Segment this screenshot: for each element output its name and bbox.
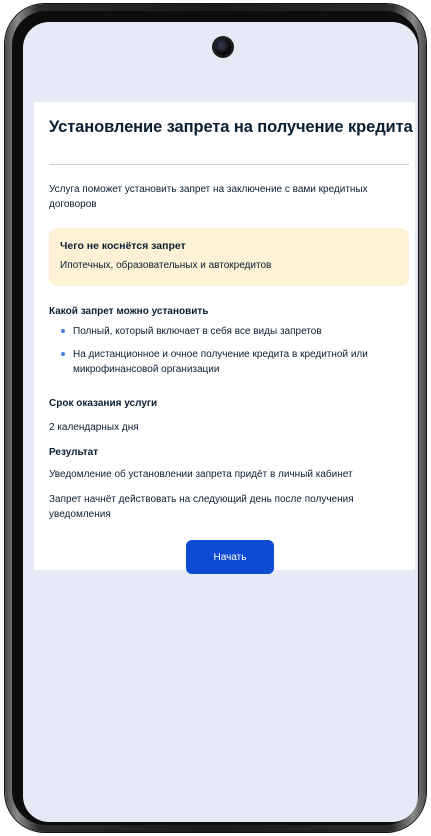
start-button[interactable]: Начать [186, 540, 274, 574]
result-heading: Результат [49, 447, 99, 458]
title-divider [49, 164, 409, 165]
ban-types-heading: Какой запрет можно установить [49, 306, 209, 317]
page-title: Установление запрета на получение кредит… [49, 118, 413, 136]
front-camera-icon [214, 38, 232, 56]
notice-title: Чего не коснётся запрет [60, 240, 186, 252]
notice-text: Ипотечных, образовательных и автокредито… [60, 260, 272, 271]
list-item-text: На дистанционное и очное получение креди… [73, 349, 368, 375]
term-value: 2 календарных дня [49, 422, 139, 433]
result-line: Уведомление об установлении запрета прид… [49, 469, 353, 480]
bullet-dot-icon [61, 329, 65, 333]
phone-screen: Установление запрета на получение кредит… [23, 22, 418, 822]
result-line: Запрет начнёт действовать на следующий д… [49, 494, 354, 520]
exclusion-notice: Чего не коснётся запрет Ипотечных, образ… [49, 228, 409, 286]
bullet-dot-icon [61, 352, 65, 356]
service-card: Установление запрета на получение кредит… [34, 102, 415, 574]
phone-frame: Установление запрета на получение кредит… [5, 4, 426, 832]
term-heading: Срок оказания услуги [49, 398, 158, 409]
list-item-text: Полный, который включает в себя все виды… [73, 326, 322, 337]
service-description: Услуга поможет установить запрет на закл… [49, 184, 368, 210]
